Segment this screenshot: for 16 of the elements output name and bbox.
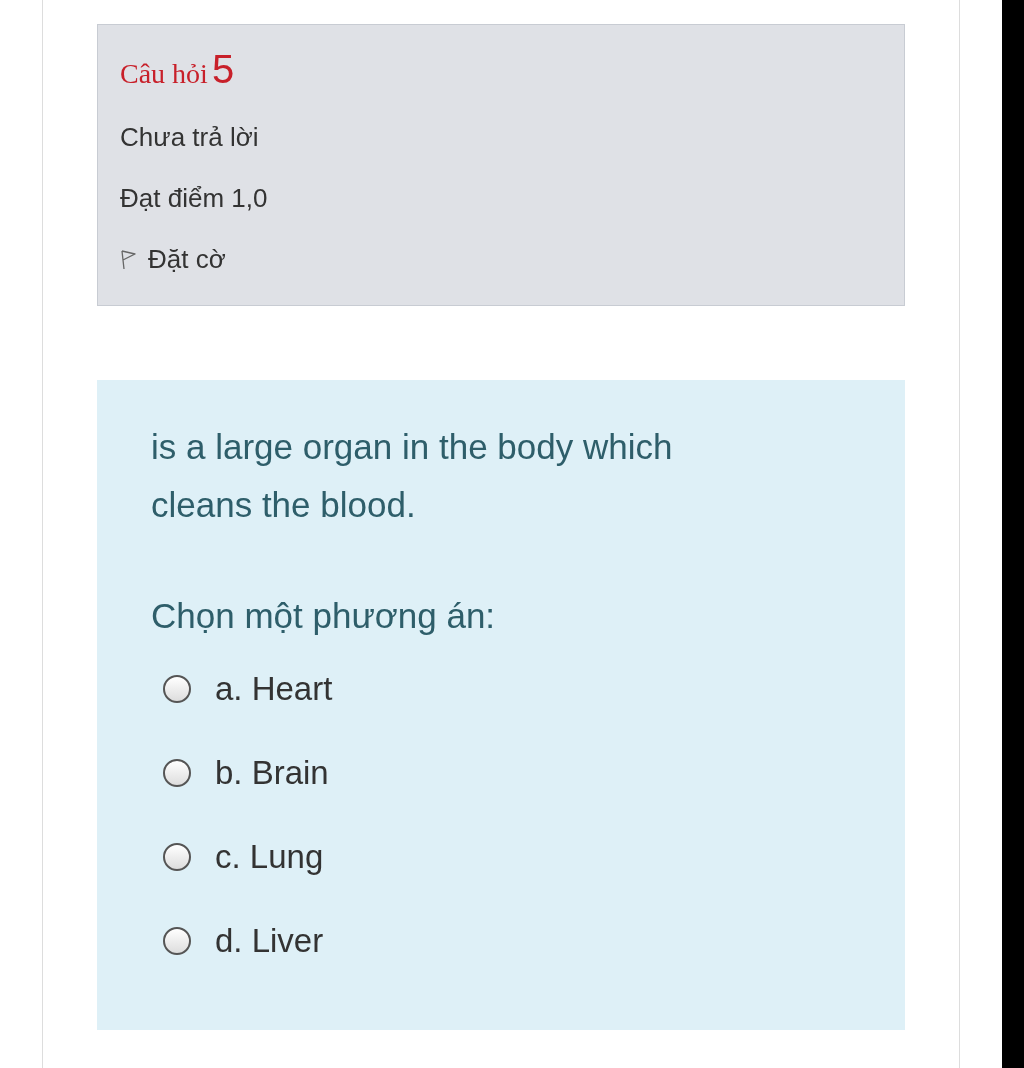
radio-button[interactable]	[163, 843, 191, 871]
answer-option[interactable]: c. Lung	[163, 838, 851, 876]
question-text: is a large organ in the body which cleans the blood.	[151, 426, 674, 526]
radio-button[interactable]	[163, 927, 191, 955]
question-label: Câu hỏi	[120, 58, 208, 90]
radio-button[interactable]	[163, 675, 191, 703]
flag-link[interactable]: Đặt cờ	[120, 244, 882, 275]
answer-option[interactable]: b. Brain	[163, 754, 851, 792]
flag-icon	[120, 249, 136, 270]
mark-text: Đạt điểm 1,0	[120, 183, 269, 214]
answer-prompt: Chọn một phương án:	[151, 596, 497, 636]
radio-button[interactable]	[163, 759, 191, 787]
answer-option[interactable]: d. Liver	[163, 922, 851, 960]
question-number: 5	[211, 47, 235, 92]
status-text: Chưa trả lời	[120, 122, 260, 153]
answer-option[interactable]: a. Heart	[163, 670, 851, 708]
